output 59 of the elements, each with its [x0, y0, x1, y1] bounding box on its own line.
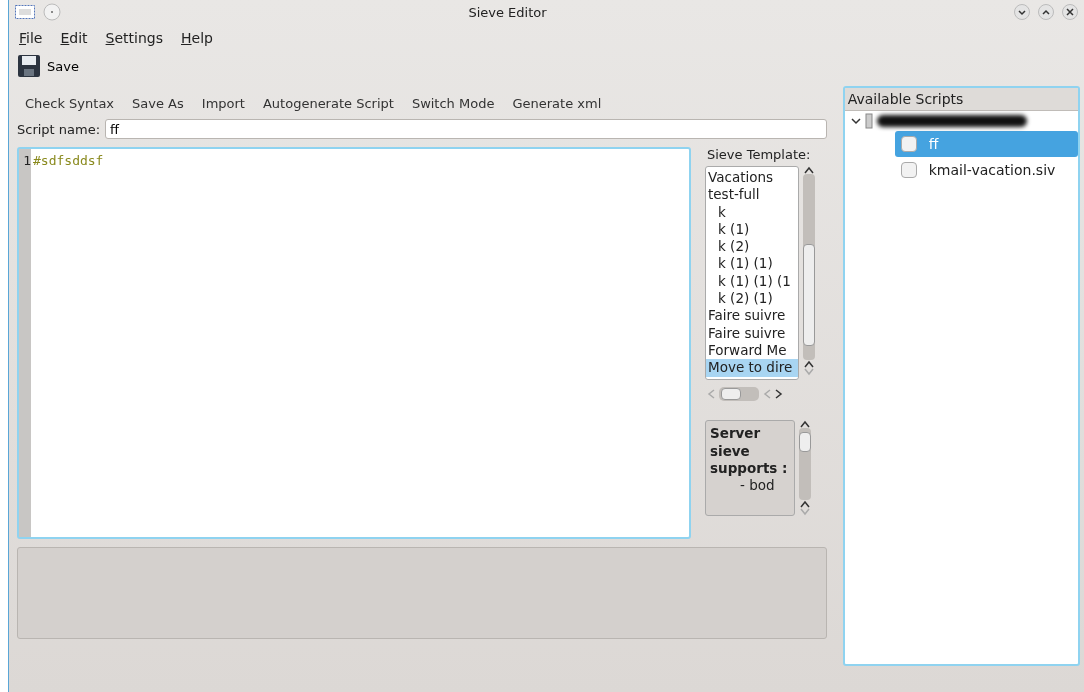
code-editor[interactable]: 1#sdfsddsf: [17, 147, 691, 539]
minimize-button[interactable]: [1014, 4, 1030, 20]
menu-item[interactable]: File: [19, 30, 43, 46]
toolbar-button[interactable]: Autogenerate Script: [254, 94, 402, 113]
template-item[interactable]: Move to dire: [706, 359, 798, 377]
caret-down-icon: [800, 508, 810, 516]
checkbox[interactable]: [900, 162, 917, 178]
scrollbar[interactable]: [801, 166, 817, 376]
toolbar-button[interactable]: Save As: [124, 94, 192, 113]
caret-left-icon: [763, 389, 771, 399]
template-item[interactable]: Faire suivre: [706, 324, 798, 342]
app-icon: [15, 5, 35, 19]
panel-label: Sieve Template:: [706, 147, 812, 162]
menu-item[interactable]: Help: [181, 30, 213, 46]
template-item[interactable]: k (1) (1): [706, 255, 798, 273]
template-item[interactable]: k: [706, 203, 798, 221]
field-label: Script name:: [17, 121, 101, 137]
line-number: 1: [22, 153, 31, 169]
template-item[interactable]: Faire suivre: [706, 307, 798, 325]
template-item[interactable]: Forward Me: [706, 341, 798, 360]
pin-icon: [43, 3, 61, 21]
template-item[interactable]: k (1): [706, 220, 798, 239]
window-title: Sieve Editor: [467, 4, 548, 20]
template-item[interactable]: k (2) (1): [706, 290, 798, 308]
code-line: #sdfsddsf: [33, 153, 104, 169]
close-button[interactable]: [1062, 4, 1078, 20]
maximize-button[interactable]: [1038, 4, 1054, 20]
toolbar-button[interactable]: Switch Mode: [403, 94, 503, 113]
caret-down-icon: [804, 368, 814, 376]
toolbar-button[interactable]: Generate xml: [504, 94, 610, 113]
caret-up-icon: [800, 500, 810, 508]
info-text: - bod: [739, 477, 776, 493]
template-item[interactable]: k (2): [706, 238, 798, 256]
menu-item[interactable]: Settings: [105, 30, 163, 46]
script-name: ff: [928, 136, 939, 152]
toolbar-button[interactable]: Import: [193, 94, 253, 113]
panel-header: Available Scripts: [844, 88, 1078, 111]
toolbar-button[interactable]: Check Syntax: [17, 94, 123, 113]
caret-down-icon[interactable]: [850, 117, 861, 125]
save-button[interactable]: Save: [15, 52, 81, 80]
template-item[interactable]: test-full: [706, 186, 798, 204]
caret-up-icon: [804, 360, 814, 368]
scrollbar-thumb[interactable]: [803, 244, 815, 346]
script-item[interactable]: kmail-vacation.siv: [894, 157, 1078, 183]
scrollbar-thumb[interactable]: [721, 388, 741, 400]
caret-left-icon: [707, 389, 715, 399]
menu-item[interactable]: Edit: [60, 30, 88, 46]
server-icon: [864, 113, 873, 129]
scrollbar[interactable]: [797, 420, 813, 516]
script-name: kmail-vacation.siv: [928, 162, 1056, 178]
template-item[interactable]: k (1) (1) (1: [706, 272, 798, 291]
checkbox[interactable]: [900, 136, 917, 152]
template-item[interactable]: Vacations: [706, 169, 798, 187]
script-name-field[interactable]: ff: [105, 119, 827, 139]
info-heading: Server sieve supports :: [710, 425, 789, 478]
caret-up-icon: [804, 166, 814, 174]
caret-up-icon: [800, 420, 810, 428]
caret-right-icon: [775, 389, 783, 399]
scrollbar-thumb[interactable]: [799, 432, 811, 452]
